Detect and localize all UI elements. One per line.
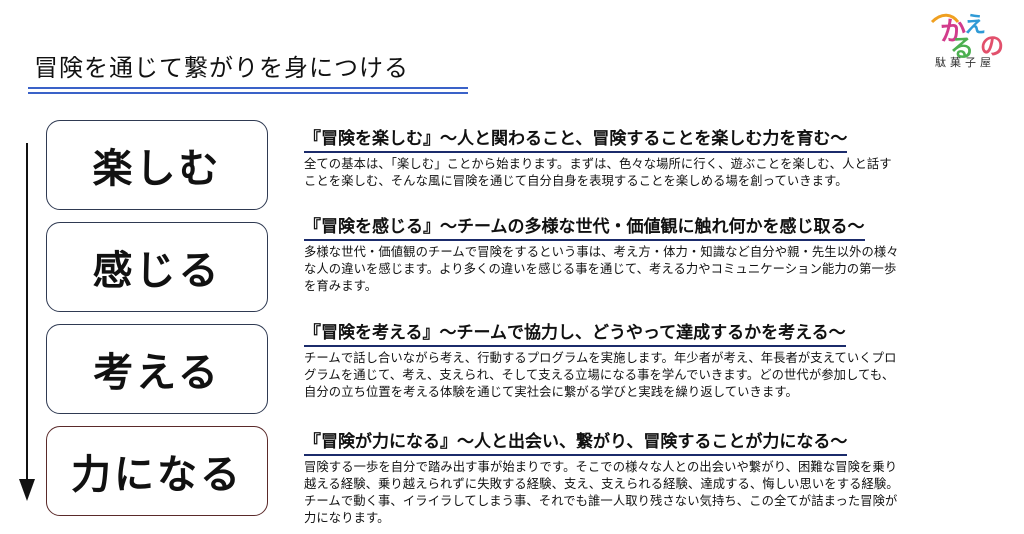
step-label: 感じる [92, 248, 222, 294]
section-think: 『冒険を考える』～チームで協力し、どうやって達成するかを考える～ チームで話し合… [304, 322, 1004, 401]
section-enjoy: 『冒険を楽しむ』～人と関わること、冒険することを楽しむ力を育む～ 全ての基本は、… [304, 128, 1004, 190]
section-power: 『冒険が力になる』～人と出会い、繋がり、冒険することが力になる～ 冒険する一歩を… [304, 431, 1004, 527]
body-line: 越える経験、乗り越えられずに失敗する経験、支え、支えられる経験、達成する、悔しい… [304, 477, 899, 491]
body-line: チームで動く事、イライラしてしまう事、それでも誰一人取り残さない気持ち、この全て… [304, 494, 898, 508]
body-line: 力になります。 [304, 511, 390, 525]
section-heading: 『冒険を考える』～チームで協力し、どうやって達成するかを考える～ [304, 322, 846, 347]
section-heading: 『冒険を感じる』～チームの多様な世代・価値観に触れ何かを感じ取る～ [304, 216, 865, 241]
section-body: 冒険する一歩を自分で踏み出す事が始まりです。そこでの様々な人との出会いや繋がり、… [304, 459, 1004, 527]
body-line: チームで話し合いながら考え、行動するプログラムを実施します。年少者が考え、年長者… [304, 351, 897, 365]
body-line: を育みます。 [304, 279, 378, 293]
step-box-power: 力になる [46, 426, 268, 516]
section-body: 多様な世代・価値観のチームで冒険をするという事は、考え方・体力・知識など自分や親… [304, 244, 1004, 295]
logo-subtitle: 駄菓子屋 [935, 56, 995, 69]
section-body: チームで話し合いながら考え、行動するプログラムを実施します。年少者が考え、年長者… [304, 350, 1004, 401]
title-underline [28, 87, 468, 95]
body-line: 自分の立ち位置を考える体験を通じて実社会に繋がる学びと実践を繰り返していきます。 [304, 385, 798, 399]
body-line: 全ての基本は、「楽しむ」ことから始まります。まずは、色々な場所に行く、遊ぶことを… [304, 157, 892, 171]
logo-mark: か え る の [930, 13, 1004, 62]
step-box-enjoy: 楽しむ [46, 120, 268, 210]
body-line: な人の違いを感じます。より多くの違いを感じる事を通じて、考える力やコミュニケーシ… [304, 262, 897, 276]
body-line: グラムを通じて、考え、支えられ、そして支える立場になる事を学んでいきます。どの世… [304, 368, 895, 382]
section-heading: 『冒険が力になる』～人と出会い、繋がり、冒険することが力になる～ [304, 431, 848, 456]
body-line: 冒険する一歩を自分で踏み出す事が始まりです。そこでの様々な人との出会いや繋がり、… [304, 460, 898, 474]
step-label: 楽しむ [92, 146, 222, 192]
page-title: 冒険を通じて繋がりを身につける [34, 54, 409, 82]
step-box-think: 考える [46, 324, 268, 414]
step-box-feel: 感じる [46, 222, 268, 312]
section-body: 全ての基本は、「楽しむ」ことから始まります。まずは、色々な場所に行く、遊ぶことを… [304, 156, 1004, 190]
down-arrow-icon [19, 143, 35, 501]
section-heading: 『冒険を楽しむ』～人と関わること、冒険することを楽しむ力を育む～ [304, 128, 848, 153]
body-line: ことを楽しむ、そんな風に冒険を通じて自分自身を表現することを楽しめる場を創ってい… [304, 174, 848, 188]
section-feel: 『冒険を感じる』～チームの多様な世代・価値観に触れ何かを感じ取る～ 多様な世代・… [304, 216, 1004, 295]
step-label: 力になる [71, 452, 243, 498]
body-line: 多様な世代・価値観のチームで冒険をするという事は、考え方・体力・知識など自分や親… [304, 245, 899, 259]
step-label: 考える [93, 350, 221, 396]
